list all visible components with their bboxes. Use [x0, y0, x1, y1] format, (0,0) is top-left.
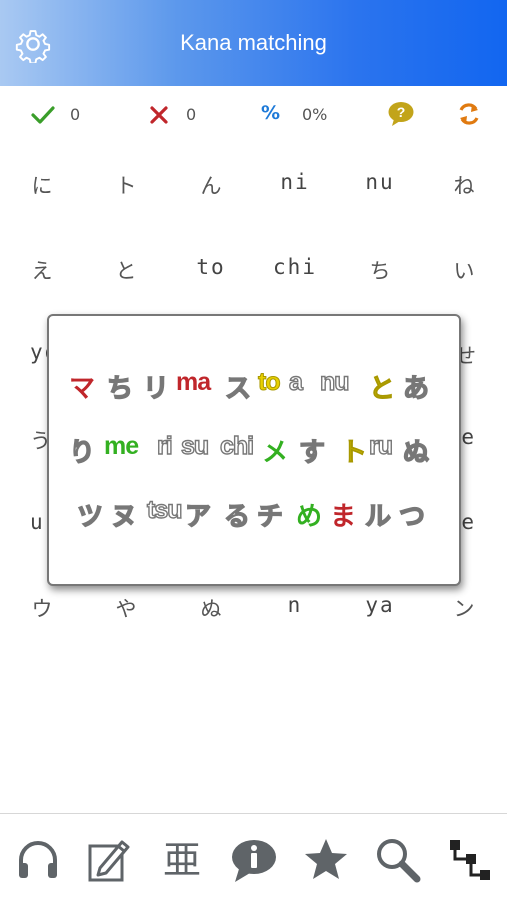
search-icon[interactable]	[374, 836, 422, 884]
popup-token[interactable]: め	[296, 496, 322, 533]
popup-token[interactable]: ち	[106, 368, 133, 405]
flow-connect-icon[interactable]	[446, 836, 494, 884]
popup-token[interactable]: nu	[319, 367, 350, 397]
popup-token[interactable]: me	[104, 432, 139, 461]
popup-token[interactable]: ぬ	[402, 432, 429, 469]
popup-token[interactable]: メ	[262, 432, 288, 469]
popup-token[interactable]: と	[368, 368, 395, 405]
score-bar: 0 0 % 0% ?	[0, 86, 507, 140]
kana-cell[interactable]: ね	[422, 170, 506, 200]
kana-cell[interactable]: ん	[169, 170, 253, 200]
kana-cell[interactable]: ウ	[0, 593, 84, 623]
popup-token[interactable]: マ	[69, 368, 95, 405]
popup-token[interactable]: a	[288, 367, 303, 397]
kana-cell[interactable]: や	[84, 593, 168, 623]
percent-value: 0%	[302, 105, 328, 124]
popup-row: り me ri su chi メすト ru ぬ	[49, 431, 463, 476]
popup-token[interactable]: to	[258, 368, 282, 397]
app-header: Kana matching	[0, 0, 507, 86]
star-icon[interactable]	[302, 836, 350, 884]
popup-token[interactable]: つ	[398, 496, 425, 533]
svg-text:?: ?	[397, 104, 406, 120]
popup-token[interactable]: リ	[142, 368, 169, 405]
check-icon	[31, 106, 55, 124]
popup-token[interactable]: あ	[402, 368, 429, 405]
kana-cell[interactable]: い	[422, 255, 506, 285]
help-bubble-icon[interactable]: ?	[387, 101, 415, 127]
kana-cell[interactable]: nu	[338, 170, 422, 194]
kana-cell[interactable]: ni	[253, 170, 337, 194]
headphones-icon[interactable]	[14, 836, 62, 884]
popup-token[interactable]: る	[223, 496, 250, 533]
popup-token[interactable]: ヌ	[110, 496, 137, 533]
page-title: Kana matching	[180, 30, 327, 55]
popup-token[interactable]: チ	[256, 496, 283, 533]
kana-cell[interactable]: と	[84, 255, 168, 285]
popup-token[interactable]: ru	[368, 431, 393, 461]
kana-cell[interactable]: chi	[253, 255, 337, 279]
wrong-count: 0	[186, 105, 197, 124]
popup-row: ツヌ tsu アるチめまルつ	[49, 495, 463, 540]
popup-token[interactable]: す	[298, 432, 325, 469]
kana-cell[interactable]: ya	[338, 593, 422, 617]
popup-token[interactable]: ツ	[76, 496, 103, 533]
bottom-nav: 亜	[0, 813, 507, 900]
correct-count: 0	[70, 105, 81, 124]
percent-icon: %	[261, 102, 281, 124]
popup-token[interactable]: ト	[340, 432, 367, 469]
notepad-pencil-icon[interactable]	[86, 836, 134, 884]
matching-popup: マちリ ma ス to a nu とあり me ri su chi メすト ru ぬツヌ tsu アるチめまル…	[47, 314, 461, 586]
popup-token[interactable]: chi	[219, 431, 255, 461]
kana-cell[interactable]: ト	[84, 170, 168, 200]
popup-token[interactable]: ア	[184, 496, 211, 533]
popup-token[interactable]: り	[68, 432, 95, 469]
kana-cell[interactable]: ン	[422, 593, 506, 623]
kana-cell[interactable]: ち	[338, 255, 422, 285]
popup-token[interactable]: ma	[176, 368, 211, 397]
kanji-grid-icon[interactable]: 亜	[158, 836, 206, 884]
popup-token[interactable]: su	[180, 431, 210, 461]
popup-token[interactable]: ル	[364, 496, 391, 533]
kana-cell[interactable]: ぬ	[169, 593, 253, 623]
kana-cell[interactable]: n	[253, 593, 337, 617]
info-bubble-icon[interactable]	[230, 836, 278, 884]
kana-cell[interactable]: に	[0, 170, 84, 200]
kana-cell[interactable]: え	[0, 255, 84, 285]
popup-token[interactable]: ま	[330, 496, 356, 533]
refresh-icon[interactable]	[456, 101, 482, 127]
kana-cell[interactable]: to	[169, 255, 253, 279]
popup-token[interactable]: ス	[224, 368, 251, 405]
popup-token[interactable]: ri	[156, 431, 173, 461]
popup-row: マちリ ma ス to a nu とあ	[49, 367, 463, 412]
popup-token[interactable]: tsu	[146, 495, 183, 525]
cross-icon	[150, 106, 168, 124]
